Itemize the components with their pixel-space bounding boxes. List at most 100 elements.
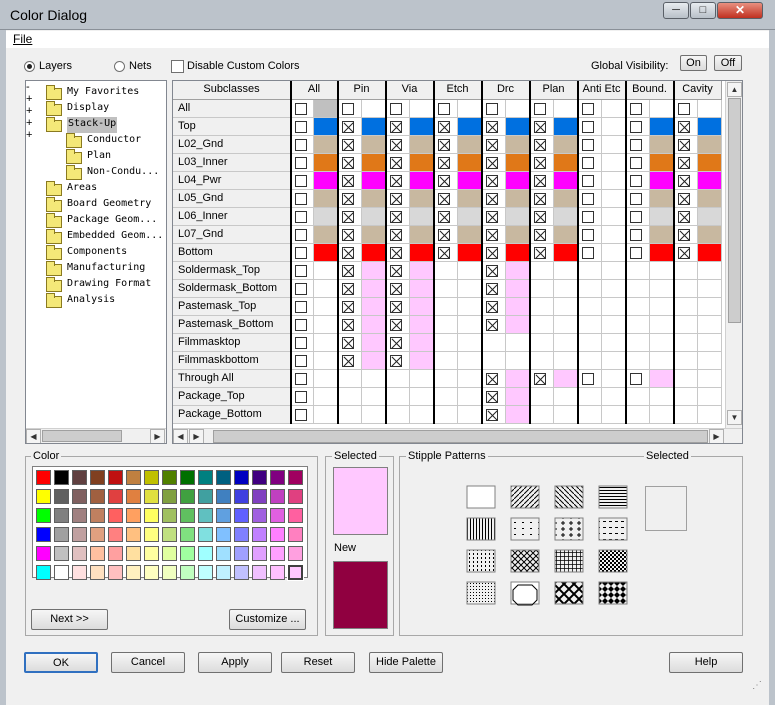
color-swatch-cell[interactable] (554, 190, 578, 208)
color-swatch-cell[interactable] (506, 406, 530, 424)
color-swatch-cell[interactable] (458, 352, 482, 370)
palette-color-swatch[interactable] (144, 527, 159, 542)
palette-color-swatch[interactable] (144, 565, 159, 580)
visibility-checkbox[interactable] (678, 193, 690, 205)
color-swatch-cell[interactable] (698, 208, 722, 226)
palette-color-swatch[interactable] (180, 546, 195, 561)
visibility-checkbox[interactable] (486, 211, 498, 223)
palette-color-swatch[interactable] (144, 489, 159, 504)
color-swatch-cell[interactable] (362, 352, 386, 370)
grid-scroll-right-small-icon[interactable]: ▶ (189, 429, 204, 443)
visibility-checkbox[interactable] (486, 139, 498, 151)
color-swatch-cell[interactable] (698, 406, 722, 424)
tree-item-label[interactable]: Components (67, 245, 127, 261)
color-swatch-cell[interactable] (506, 100, 530, 118)
palette-color-swatch[interactable] (216, 565, 231, 580)
visibility-checkbox[interactable] (295, 193, 307, 205)
color-swatch-cell[interactable] (602, 100, 626, 118)
color-swatch-cell[interactable] (314, 352, 338, 370)
color-swatch-cell[interactable] (314, 190, 338, 208)
visibility-checkbox[interactable] (678, 175, 690, 187)
palette-color-swatch[interactable] (180, 508, 195, 523)
tree-item-label[interactable]: Analysis (67, 293, 115, 309)
scroll-up-icon[interactable]: ▲ (727, 82, 742, 97)
palette-color-swatch[interactable] (270, 489, 285, 504)
color-swatch-cell[interactable] (698, 244, 722, 262)
tree-item-label[interactable]: Board Geometry (67, 197, 151, 213)
color-swatch-cell[interactable] (362, 136, 386, 154)
color-swatch-cell[interactable] (362, 100, 386, 118)
apply-button[interactable]: Apply (198, 652, 272, 673)
color-swatch-cell[interactable] (698, 100, 722, 118)
visibility-checkbox[interactable] (295, 391, 307, 403)
visibility-checkbox[interactable] (438, 103, 450, 115)
color-swatch-cell[interactable] (314, 244, 338, 262)
visibility-checkbox[interactable] (486, 301, 498, 313)
visibility-checkbox[interactable] (438, 247, 450, 259)
color-swatch-cell[interactable] (554, 334, 578, 352)
color-swatch-cell[interactable] (650, 298, 674, 316)
visibility-checkbox[interactable] (630, 211, 642, 223)
palette-color-swatch[interactable] (144, 546, 159, 561)
color-swatch-cell[interactable] (698, 262, 722, 280)
color-swatch-cell[interactable] (602, 262, 626, 280)
visibility-checkbox[interactable] (486, 283, 498, 295)
visibility-checkbox[interactable] (630, 121, 642, 133)
color-swatch-cell[interactable] (458, 244, 482, 262)
visibility-checkbox[interactable] (678, 247, 690, 259)
palette-color-swatch[interactable] (36, 565, 51, 580)
scroll-left-icon[interactable]: ◀ (26, 429, 41, 443)
palette-color-swatch[interactable] (108, 546, 123, 561)
palette-color-swatch[interactable] (180, 527, 195, 542)
color-swatch-cell[interactable] (602, 244, 626, 262)
palette-color-swatch[interactable] (36, 546, 51, 561)
palette-color-swatch[interactable] (252, 565, 267, 580)
palette-color-swatch[interactable] (234, 527, 249, 542)
palette-color-swatch[interactable] (72, 527, 87, 542)
color-swatch-cell[interactable] (602, 118, 626, 136)
color-swatch-cell[interactable] (506, 208, 530, 226)
visibility-checkbox[interactable] (438, 175, 450, 187)
palette-color-swatch[interactable] (36, 508, 51, 523)
tree-item-label[interactable]: Non-Condu... (87, 165, 159, 181)
palette-color-swatch[interactable] (54, 508, 69, 523)
visibility-checkbox[interactable] (438, 229, 450, 241)
color-swatch-cell[interactable] (458, 388, 482, 406)
color-swatch-cell[interactable] (554, 262, 578, 280)
color-swatch-cell[interactable] (602, 280, 626, 298)
color-swatch-cell[interactable] (362, 298, 386, 316)
color-swatch-cell[interactable] (602, 172, 626, 190)
stipple-dash[interactable] (598, 517, 628, 541)
visibility-checkbox[interactable] (582, 373, 594, 385)
visibility-checkbox[interactable] (390, 193, 402, 205)
color-swatch-cell[interactable] (458, 370, 482, 388)
visibility-checkbox[interactable] (342, 157, 354, 169)
palette-color-swatch[interactable] (234, 508, 249, 523)
visibility-checkbox[interactable] (534, 103, 546, 115)
color-swatch-cell[interactable] (410, 172, 434, 190)
visibility-checkbox[interactable] (582, 157, 594, 169)
visibility-checkbox[interactable] (486, 103, 498, 115)
color-swatch-cell[interactable] (458, 298, 482, 316)
visibility-checkbox[interactable] (486, 247, 498, 259)
palette-color-swatch[interactable] (288, 508, 303, 523)
palette-color-swatch[interactable] (216, 546, 231, 561)
color-swatch-cell[interactable] (410, 388, 434, 406)
palette-color-swatch[interactable] (180, 470, 195, 485)
color-swatch-cell[interactable] (602, 406, 626, 424)
palette-color-swatch[interactable] (180, 565, 195, 580)
color-swatch-cell[interactable] (362, 172, 386, 190)
color-swatch-cell[interactable] (362, 280, 386, 298)
visibility-checkbox[interactable] (678, 211, 690, 223)
visibility-checkbox[interactable] (342, 175, 354, 187)
color-swatch-cell[interactable] (362, 226, 386, 244)
visibility-checkbox[interactable] (534, 121, 546, 133)
color-swatch-cell[interactable] (650, 280, 674, 298)
color-swatch-cell[interactable] (602, 388, 626, 406)
stipple-diamond[interactable] (598, 581, 628, 605)
palette-color-swatch[interactable] (288, 527, 303, 542)
color-swatch-cell[interactable] (650, 172, 674, 190)
grid-scroll-left-icon[interactable]: ◀ (173, 429, 188, 443)
color-swatch-cell[interactable] (602, 190, 626, 208)
visibility-checkbox[interactable] (678, 139, 690, 151)
